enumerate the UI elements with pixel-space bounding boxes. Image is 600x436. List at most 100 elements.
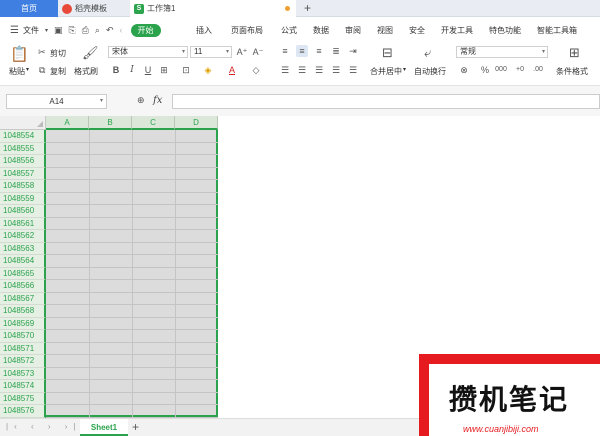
cell-row[interactable] — [46, 243, 218, 255]
tab-developer[interactable]: 开发工具 — [441, 25, 473, 36]
row-header[interactable]: 1048557 — [0, 167, 46, 180]
row-header[interactable]: 1048570 — [0, 330, 46, 343]
cell-row[interactable] — [46, 305, 218, 318]
row-header[interactable]: 1048561 — [0, 217, 46, 230]
align-middle-icon[interactable]: ≡ — [296, 45, 308, 57]
row-header[interactable]: 1048564 — [0, 255, 46, 268]
tab-page-layout[interactable]: 页面布局 — [231, 25, 263, 36]
cell-row[interactable] — [46, 330, 218, 343]
row-header[interactable]: 1048554 — [0, 130, 46, 143]
merge-center-button[interactable]: 合并居中 — [370, 66, 402, 77]
column-header-a[interactable]: A — [46, 116, 89, 130]
row-header[interactable]: 1048565 — [0, 267, 46, 280]
tab-features[interactable]: 特色功能 — [489, 25, 521, 36]
row-header[interactable]: 1048560 — [0, 205, 46, 218]
tab-data[interactable]: 数据 — [313, 25, 329, 36]
name-box[interactable]: A14 ▾ — [6, 94, 107, 109]
row-header[interactable]: 1048566 — [0, 280, 46, 293]
row-header[interactable]: 1048575 — [0, 392, 46, 405]
row-header[interactable]: 1048567 — [0, 292, 46, 305]
clear-format-icon[interactable]: ◇ — [250, 64, 262, 76]
paste-button[interactable]: 粘贴 — [9, 66, 25, 77]
cell-row[interactable] — [46, 230, 218, 243]
paste-icon[interactable]: 📋 — [10, 45, 29, 63]
row-header[interactable]: 1048574 — [0, 380, 46, 393]
tab-templates[interactable]: 稻壳模板 — [58, 0, 130, 17]
fill-color-icon[interactable]: ◈ — [202, 64, 214, 76]
print-preview-icon[interactable]: ⌕ — [95, 25, 100, 36]
cell-row[interactable] — [46, 380, 218, 393]
wrap-text-icon[interactable]: ⤶ — [424, 45, 431, 61]
cell-row[interactable] — [46, 168, 218, 180]
row-header[interactable]: 1048573 — [0, 367, 46, 380]
tab-workbook[interactable]: S 工作簿1 — [130, 0, 296, 17]
tab-security[interactable]: 安全 — [409, 25, 425, 36]
cut-button[interactable]: 剪切 — [50, 48, 66, 59]
merge-dropdown-icon[interactable]: ▾ — [403, 66, 406, 73]
font-color-icon[interactable]: A — [226, 64, 238, 76]
indent-icon[interactable]: ⇥ — [347, 45, 359, 57]
number-format-select[interactable]: 常规 ▾ — [456, 46, 548, 58]
new-tab-button[interactable]: + — [304, 0, 311, 17]
row-header[interactable]: 1048572 — [0, 355, 46, 368]
sheet-nav-arrows-icon[interactable]: |‹ ‹ › ›| — [6, 422, 81, 431]
justify-icon[interactable]: ☰ — [330, 64, 342, 76]
orientation-icon[interactable]: ≣ — [330, 45, 342, 57]
cell-row[interactable] — [46, 143, 218, 155]
thousands-icon[interactable]: 000 — [495, 64, 507, 76]
align-bottom-icon[interactable]: ≡ — [313, 45, 325, 57]
save-icon[interactable]: ▣ — [54, 25, 63, 36]
currency-icon[interactable]: ⊗ — [458, 64, 470, 76]
format-painter-icon[interactable]: 🖌 — [82, 45, 99, 61]
tab-smart-toolbox[interactable]: 智能工具箱 — [537, 25, 577, 36]
hamburger-icon[interactable]: ☰ — [10, 25, 19, 36]
row-header[interactable]: 1048562 — [0, 230, 46, 243]
cell-row[interactable] — [46, 293, 218, 305]
decrease-font-icon[interactable]: A⁻ — [252, 46, 264, 58]
row-header[interactable]: 1048576 — [0, 405, 46, 418]
row-header[interactable]: 1048563 — [0, 242, 46, 255]
spreadsheet-grid[interactable]: A B C D 1048554 1048555 1048556 1048557 1048… — [0, 116, 218, 418]
cell-row[interactable] — [46, 268, 218, 280]
row-header[interactable]: 1048556 — [0, 155, 46, 168]
column-header-b[interactable]: B — [89, 116, 132, 130]
tab-view[interactable]: 视图 — [377, 25, 393, 36]
cell-row[interactable] — [46, 155, 218, 168]
paste-dropdown-icon[interactable]: ▾ — [26, 66, 29, 73]
row-header[interactable]: 1048568 — [0, 305, 46, 318]
print-icon[interactable]: ⎙ — [82, 25, 89, 36]
row-header[interactable]: 1048569 — [0, 317, 46, 330]
cell-row[interactable] — [46, 193, 218, 205]
tab-insert[interactable]: 插入 — [196, 25, 212, 36]
italic-icon[interactable]: I — [126, 64, 138, 76]
scissors-icon[interactable]: ✂ — [38, 47, 46, 58]
copy-button[interactable]: 复制 — [50, 66, 66, 77]
distributed-icon[interactable]: ☰ — [347, 64, 359, 76]
add-sheet-button[interactable]: + — [132, 420, 139, 434]
select-all-corner[interactable] — [0, 116, 46, 130]
align-left-icon[interactable]: ☰ — [279, 64, 291, 76]
cell-row[interactable] — [46, 393, 218, 405]
sheet-tab-sheet1[interactable]: Sheet1 — [80, 419, 128, 436]
cell-row[interactable] — [46, 130, 218, 143]
chevron-down-icon[interactable]: ▾ — [45, 27, 48, 34]
row-header[interactable]: 1048559 — [0, 192, 46, 205]
file-menu[interactable]: 文件 — [23, 25, 39, 36]
redo-icon[interactable]: ‹ — [120, 25, 123, 35]
row-header[interactable]: 1048555 — [0, 142, 46, 155]
align-top-icon[interactable]: ≡ — [279, 45, 291, 57]
cell-row[interactable] — [46, 205, 218, 218]
conditional-format-button[interactable]: 条件格式 — [556, 66, 588, 77]
align-center-icon[interactable]: ☰ — [296, 64, 308, 76]
insert-function-button[interactable]: fx — [153, 95, 162, 106]
tab-home[interactable]: 首页 — [0, 0, 58, 17]
cell-style-icon[interactable]: ⊡ — [180, 64, 192, 76]
column-header-d[interactable]: D — [175, 116, 218, 130]
export-icon[interactable]: ⎘ — [69, 25, 76, 36]
wrap-text-button[interactable]: 自动换行 — [414, 66, 446, 77]
cell-row[interactable] — [46, 180, 218, 193]
cell-row[interactable] — [46, 218, 218, 230]
tab-start[interactable]: 开始 — [130, 23, 161, 37]
conditional-format-icon[interactable]: ⊞ — [569, 45, 580, 61]
underline-icon[interactable]: U — [142, 64, 154, 76]
